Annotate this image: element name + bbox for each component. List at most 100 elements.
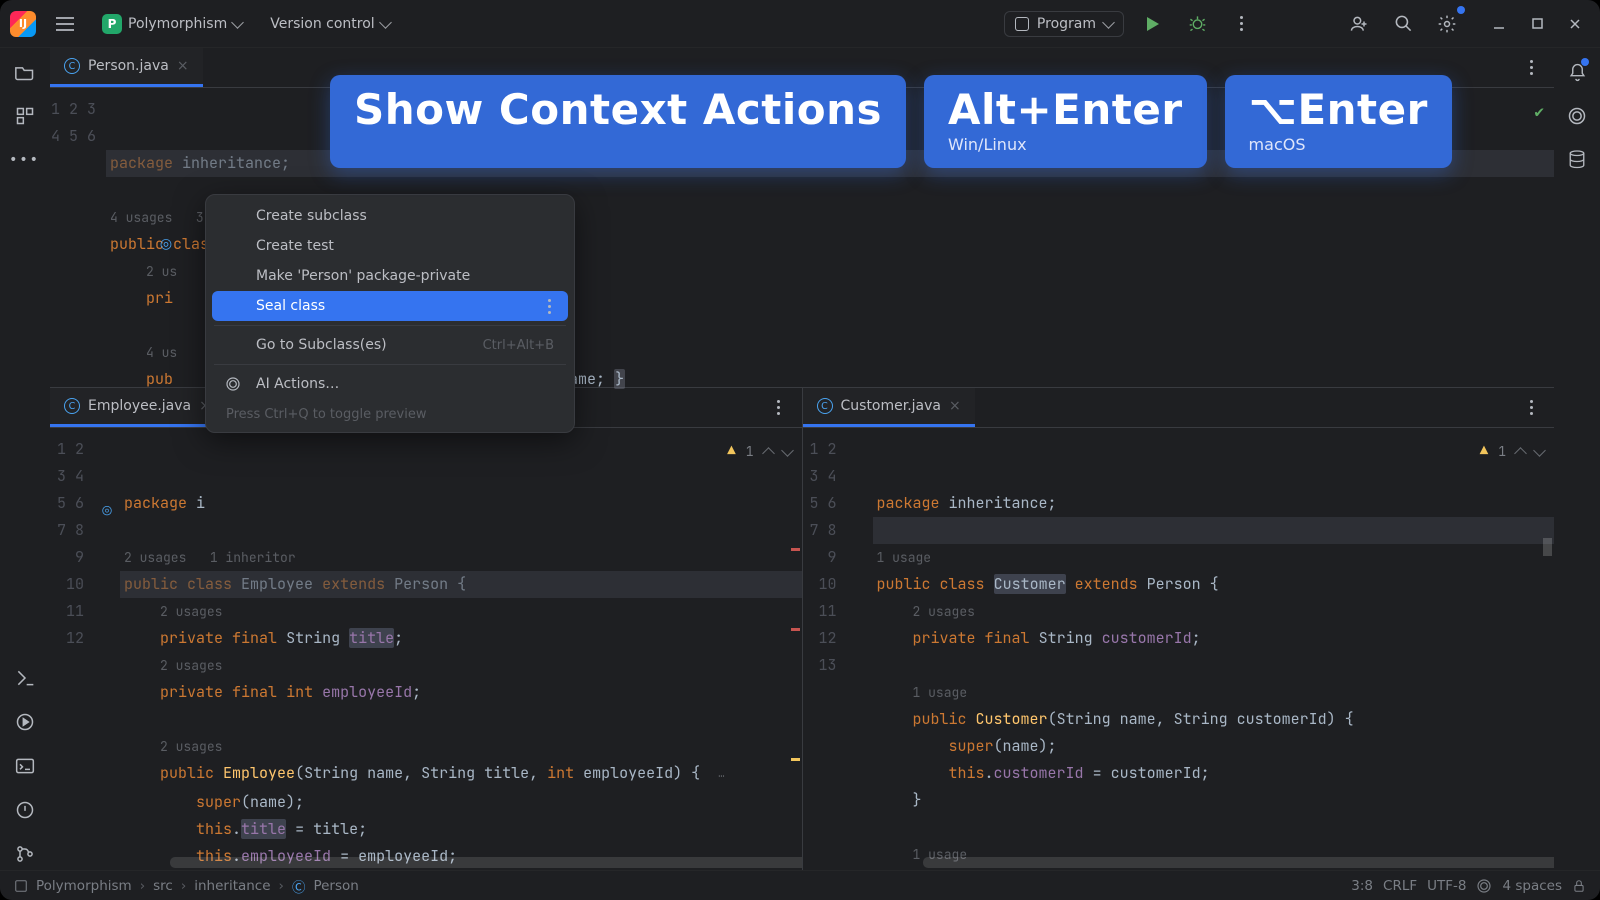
crumb[interactable]: Person (313, 878, 358, 894)
encoding[interactable]: UTF-8 (1427, 878, 1466, 894)
more-tool-icon[interactable]: ••• (9, 144, 41, 176)
window-minimize[interactable] (1484, 9, 1514, 39)
status-bar: Polymorphism› src› inheritance› Ⓒ Person… (0, 870, 1600, 900)
code-area-customer[interactable]: package inheritance; 1 usage public clas… (873, 428, 1555, 870)
shortcut-banners: Show Context Actions Alt+Enter Win/Linux… (330, 75, 1452, 168)
right-toolbar (1554, 48, 1600, 870)
inspection-widget[interactable]: ✔ (1534, 98, 1544, 125)
breadcrumb[interactable]: Polymorphism› src› inheritance› Ⓒ Person (14, 876, 359, 896)
indent[interactable]: 4 spaces (1502, 878, 1562, 894)
tab-customer[interactable]: C Customer.java × (803, 388, 975, 427)
ctx-goto-subclasses[interactable]: Go to Subclass(es)Ctrl+Alt+B (206, 330, 574, 360)
debug-button[interactable] (1182, 9, 1212, 39)
inspection-widget[interactable]: ▲ 1 (727, 438, 791, 465)
left-toolbar: ••• (0, 48, 50, 870)
notification-dot (1581, 58, 1589, 66)
pane-customer: C Customer.java × 1 2 3 4 5 6 7 8 9 10 1… (803, 388, 1555, 870)
check-icon: ✔ (1534, 98, 1544, 125)
banner-macos: ⌥Enter macOS (1225, 75, 1452, 168)
run-tool-icon[interactable] (9, 706, 41, 738)
line-ending[interactable]: CRLF (1383, 878, 1417, 894)
crumb[interactable]: Polymorphism (36, 878, 132, 894)
ctx-ai-actions[interactable]: AI Actions… (206, 369, 574, 399)
warning-count: 1 (1498, 438, 1506, 465)
ctx-create-subclass[interactable]: Create subclass (206, 201, 574, 231)
settings-icon[interactable] (1432, 9, 1462, 39)
crumb[interactable]: src (153, 878, 173, 894)
settings-update-dot (1457, 6, 1465, 14)
caret-position[interactable]: 3:8 (1351, 878, 1373, 894)
more-icon[interactable] (1226, 9, 1256, 39)
gutter-class-icon[interactable]: ◎ (94, 498, 120, 525)
tab-more-icon[interactable] (1516, 53, 1546, 83)
horizontal-scrollbar[interactable] (923, 857, 1515, 868)
banner-action: Show Context Actions (330, 75, 906, 168)
gutter-class-icon[interactable]: ◎ (156, 234, 176, 254)
chevron-down-icon (231, 16, 244, 29)
lock-icon[interactable] (1572, 879, 1586, 893)
window-close[interactable] (1560, 9, 1590, 39)
shortcut-label: Ctrl+Alt+B (483, 338, 554, 353)
class-icon: C (64, 58, 80, 74)
module-icon (14, 879, 28, 893)
hamburger-icon[interactable] (50, 9, 80, 39)
chevron-down-icon (379, 16, 392, 29)
code-area-employee[interactable]: package i 2 usages 1 inheritor public cl… (120, 428, 802, 870)
class-icon: Ⓒ (292, 876, 306, 896)
crumb[interactable]: inheritance (194, 878, 270, 894)
terminal-tool-icon[interactable] (9, 662, 41, 694)
project-tool-icon[interactable] (9, 56, 41, 88)
ctx-create-test[interactable]: Create test (206, 231, 574, 261)
problems-tool-icon[interactable] (9, 794, 41, 826)
code-with-me-icon[interactable] (1344, 9, 1374, 39)
gutter: 1 2 3 4 5 6 (50, 88, 106, 428)
tab-person[interactable]: C Person.java × (50, 48, 203, 87)
project-name: Polymorphism (128, 16, 227, 32)
notifications-icon[interactable] (1561, 56, 1593, 88)
class-icon: C (64, 398, 80, 414)
tab-close-icon[interactable]: × (177, 58, 189, 74)
database-icon[interactable] (1561, 144, 1593, 176)
horizontal-scrollbar[interactable] (170, 857, 762, 868)
pane-employee: C Employee.java × 1 2 3 4 5 6 7 8 9 10 1… (50, 388, 803, 870)
ide-logo: IJ (10, 11, 36, 37)
titlebar: IJ P Polymorphism Version control Progra… (0, 0, 1600, 48)
banner-winlinux: Alt+Enter Win/Linux (924, 75, 1207, 168)
reader-mode-icon[interactable] (1476, 878, 1492, 894)
submenu-more-icon[interactable] (540, 297, 558, 315)
tab-employee[interactable]: C Employee.java × (50, 388, 225, 427)
chevron-down-icon (1102, 16, 1115, 29)
tab-label: Employee.java (88, 398, 191, 414)
ai-icon[interactable] (1561, 100, 1593, 132)
warning-icon: ▲ (727, 438, 735, 465)
run-button[interactable] (1138, 9, 1168, 39)
tab-more-icon[interactable] (1516, 393, 1546, 423)
inspection-widget[interactable]: ▲ 1 (1480, 438, 1544, 465)
git-tool-icon[interactable] (9, 838, 41, 870)
ctx-hint: Press Ctrl+Q to toggle preview (206, 399, 574, 426)
run-config-icon (1015, 17, 1029, 31)
prev-problem-icon[interactable] (1514, 447, 1527, 460)
window-maximize[interactable] (1522, 9, 1552, 39)
tab-label: Customer.java (841, 398, 942, 414)
vcs-menu[interactable]: Version control (270, 16, 389, 32)
console-tool-icon[interactable] (9, 750, 41, 782)
structure-tool-icon[interactable] (9, 100, 41, 132)
context-actions-popup: Create subclass Create test Make 'Person… (205, 194, 575, 433)
warning-icon: ▲ (1480, 438, 1488, 465)
prev-problem-icon[interactable] (762, 447, 775, 460)
vcs-label: Version control (270, 16, 374, 32)
error-stripe[interactable] (1540, 428, 1554, 870)
search-icon[interactable] (1388, 9, 1418, 39)
run-config-selector[interactable]: Program (1004, 11, 1124, 37)
error-stripe[interactable] (788, 428, 802, 870)
ctx-make-package-private[interactable]: Make 'Person' package-private (206, 261, 574, 291)
ai-icon (224, 375, 242, 393)
gutter: 1 2 3 4 5 6 7 8 9 10 11 12 (50, 428, 94, 870)
gutter: 1 2 3 4 5 6 7 8 9 10 11 12 13 (803, 428, 847, 870)
ctx-seal-class[interactable]: Seal class (212, 291, 568, 321)
project-selector[interactable]: P Polymorphism (94, 10, 250, 38)
tab-close-icon[interactable]: × (949, 398, 961, 414)
class-icon: C (817, 398, 833, 414)
tab-more-icon[interactable] (764, 393, 794, 423)
